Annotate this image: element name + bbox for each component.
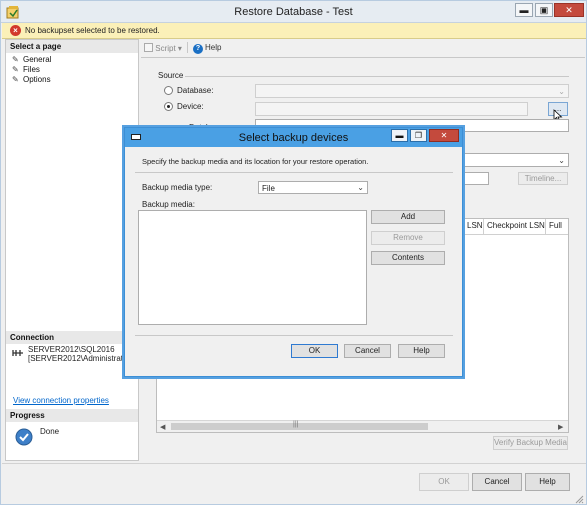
grid-horizontal-scrollbar[interactable]: ◀ ||| ▶ — [157, 420, 568, 432]
dialog-bottom-divider — [135, 335, 453, 336]
chevron-down-icon: ⌄ — [558, 87, 565, 96]
dialog-titlebar: Select backup devices ▬ ❐ ✕ — [125, 128, 462, 147]
grid-column-lsn[interactable]: LSN — [464, 219, 484, 234]
page-item-label: Files — [23, 65, 40, 74]
ok-button[interactable]: OK — [419, 473, 469, 491]
restore-to-field[interactable] — [461, 172, 489, 185]
grid-header-separator — [464, 234, 568, 235]
progress-done-icon — [15, 428, 33, 446]
scroll-right-icon[interactable]: ▶ — [558, 423, 563, 431]
progress-status: Done — [40, 427, 60, 436]
backup-media-label: Backup media: — [142, 200, 195, 209]
page-item-label: Options — [23, 75, 51, 84]
error-icon: × — [10, 25, 21, 36]
dialog-close-button[interactable]: ✕ — [429, 129, 459, 142]
grid-column-full-lsn[interactable]: Full LS — [546, 219, 568, 234]
source-divider — [185, 76, 569, 77]
select-backup-devices-dialog: Select backup devices ▬ ❐ ✕ Specify the … — [124, 127, 463, 377]
dialog-restore-button[interactable]: ❐ — [410, 129, 427, 142]
database-radio[interactable] — [164, 86, 173, 95]
chevron-down-icon: ⌄ — [558, 156, 565, 165]
destination-database-dropdown[interactable]: ⌄ — [461, 153, 569, 167]
toolbar: Script ▾ ? Help — [141, 40, 585, 56]
scroll-left-icon[interactable]: ◀ — [160, 423, 165, 431]
maximize-button[interactable]: ▣ — [535, 3, 553, 17]
chevron-down-icon: ⌄ — [357, 183, 364, 192]
dialog-minimize-button[interactable]: ▬ — [391, 129, 408, 142]
help-button-bottom[interactable]: Help — [525, 473, 570, 491]
connection-server: SERVER2012\SQL2016 — [28, 345, 115, 354]
source-label: Source — [158, 71, 184, 80]
window-titlebar: Restore Database - Test ▬ ▣ ✕ — [1, 1, 586, 23]
media-type-value: File — [262, 184, 275, 193]
connection-header: Connection — [6, 331, 138, 344]
backup-media-list[interactable] — [138, 210, 367, 325]
toolbar-divider — [187, 42, 188, 53]
contents-button[interactable]: Contents — [371, 251, 445, 265]
minimize-button[interactable]: ▬ — [515, 3, 533, 17]
database-dropdown[interactable]: ⌄ — [255, 84, 569, 98]
chevron-down-icon: ▾ — [177, 44, 182, 53]
help-button[interactable]: ? Help — [193, 43, 221, 54]
add-media-button[interactable]: Add — [371, 210, 445, 224]
toolbar-separator — [141, 57, 585, 58]
page-item-files[interactable]: ✎ Files — [12, 65, 40, 74]
wrench-icon: ✎ — [12, 55, 19, 64]
remove-media-button[interactable]: Remove — [371, 231, 445, 245]
progress-header: Progress — [6, 409, 138, 422]
database-radio-label: Database: — [177, 86, 214, 95]
script-label: Script — [155, 44, 176, 53]
dialog-divider — [135, 172, 453, 173]
device-radio[interactable] — [164, 102, 173, 111]
connection-user: [SERVER2012\Administrator] — [28, 354, 133, 363]
wrench-icon: ✎ — [12, 75, 19, 84]
scrollbar-grip-icon: ||| — [293, 421, 299, 428]
help-icon: ? — [193, 44, 203, 54]
grid-column-checkpoint-lsn[interactable]: Checkpoint LSN — [484, 219, 546, 234]
verify-backup-media-button[interactable]: Verify Backup Media — [493, 436, 568, 450]
script-icon — [144, 43, 153, 52]
server-connection-icon — [12, 348, 24, 358]
bottom-button-bar: OK Cancel Help — [2, 463, 586, 504]
select-page-header: Select a page — [6, 40, 138, 53]
page-item-general[interactable]: ✎ General — [12, 55, 51, 64]
dialog-description: Specify the backup media and its locatio… — [142, 157, 369, 166]
dialog-help-button[interactable]: Help — [398, 344, 445, 358]
script-button[interactable]: Script ▾ — [144, 43, 182, 53]
media-type-dropdown[interactable]: File ⌄ — [258, 181, 368, 194]
resize-grip-icon[interactable] — [575, 495, 584, 504]
cancel-button[interactable]: Cancel — [472, 473, 522, 491]
view-connection-properties-link[interactable]: View connection properties — [13, 396, 109, 405]
device-path-field[interactable] — [255, 102, 528, 116]
media-type-label: Backup media type: — [142, 183, 213, 192]
wrench-icon: ✎ — [12, 65, 19, 74]
page-item-options[interactable]: ✎ Options — [12, 75, 51, 84]
device-radio-label: Device: — [177, 102, 204, 111]
scrollbar-thumb[interactable]: ||| — [171, 421, 428, 430]
error-bar: × No backupset selected to be restored. — [2, 23, 586, 39]
error-message: No backupset selected to be restored. — [25, 26, 160, 35]
left-pane: Select a page ✎ General ✎ Files ✎ Options C… — [5, 39, 139, 461]
page-item-label: General — [23, 55, 52, 64]
help-label: Help — [205, 43, 222, 52]
close-button[interactable]: ✕ — [554, 3, 584, 17]
window-title: Restore Database - Test — [234, 6, 353, 18]
timeline-button[interactable]: Timeline... — [518, 172, 568, 185]
dialog-ok-button[interactable]: OK — [291, 344, 338, 358]
dialog-cancel-button[interactable]: Cancel — [344, 344, 391, 358]
